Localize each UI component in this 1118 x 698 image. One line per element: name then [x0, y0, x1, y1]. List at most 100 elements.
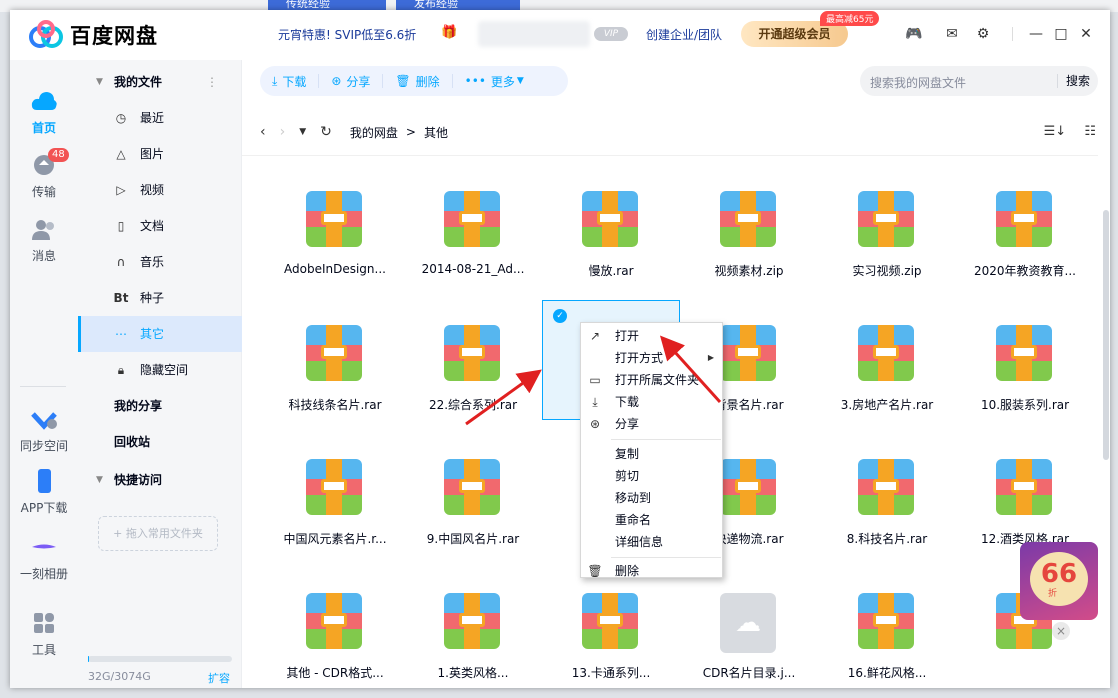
list-view-icon[interactable]: ☷ — [1084, 124, 1096, 139]
file-tile[interactable]: 1.英类风格... — [404, 568, 542, 688]
ad-close-icon[interactable]: × — [1052, 622, 1070, 640]
menu-cut[interactable]: 剪切 — [581, 465, 722, 487]
archive-file-icon — [444, 325, 500, 381]
back-icon[interactable]: ‹ — [260, 124, 266, 140]
file-tile[interactable]: 13.卡通系列... — [542, 568, 680, 688]
create-team-link[interactable]: 创建企业/团队 — [646, 26, 722, 43]
storage-bar — [88, 656, 232, 662]
archive-file-icon — [996, 191, 1052, 247]
delete-button[interactable]: 🗑︎ 删除 — [383, 74, 453, 89]
maximize-icon[interactable]: □ — [1051, 24, 1071, 44]
chevron-down-icon: ▼ — [516, 76, 524, 86]
sidebar-my-share[interactable]: 我的分享 — [78, 388, 242, 424]
archive-file-icon — [306, 593, 362, 649]
file-tile[interactable]: 其他 - CDR格式... — [266, 568, 404, 688]
username-blurred — [478, 21, 590, 47]
file-tile[interactable]: 科技线条名片.rar — [266, 300, 404, 420]
history-dropdown-icon[interactable]: ▼ — [299, 127, 306, 137]
file-tile[interactable]: 16.鲜花风格... — [818, 568, 956, 688]
gift-icon[interactable]: 🎁 — [441, 25, 457, 40]
file-name: 3.房地产名片.rar — [840, 398, 934, 412]
file-tile[interactable]: 2020年教资教育... — [956, 166, 1094, 286]
nav-home[interactable]: 首页 — [10, 88, 78, 136]
nav-app-download[interactable]: APP下载 — [10, 468, 78, 516]
sidebar-item-videos[interactable]: ▷ 视频 — [78, 172, 242, 208]
file-tile[interactable]: 9.中国风名片.rar — [404, 434, 542, 554]
sidebar-item-recent[interactable]: ◷ 最近 — [78, 100, 242, 136]
mail-icon[interactable]: ✉ — [942, 24, 962, 44]
nav-album[interactable]: 一刻相册 — [10, 534, 78, 582]
menu-open-with[interactable]: 打开方式 ▶ — [581, 347, 722, 369]
nav-sync-space[interactable]: 同步空间 — [10, 406, 78, 454]
file-name: 2014-08-21_Ad... — [421, 262, 525, 276]
menu-download[interactable]: ⤓ 下载 — [581, 391, 722, 413]
forward-icon[interactable]: › — [280, 124, 286, 140]
promo-ad[interactable]: 66 折 — [1020, 542, 1098, 620]
sidebar-my-files[interactable]: ▼ 我的文件 ⋮ — [78, 64, 242, 100]
quick-caret-icon[interactable]: ▼ — [96, 462, 103, 498]
file-name: 16.鲜花风格... — [847, 666, 927, 680]
settings-icon[interactable]: ⚙ — [973, 24, 993, 44]
close-icon[interactable]: ✕ — [1076, 24, 1096, 44]
nav-transfer[interactable]: 48 传输 — [10, 148, 78, 200]
more-button[interactable]: ••• 更多 ▼ — [453, 74, 536, 89]
refresh-icon[interactable]: ↻ — [320, 124, 332, 140]
headphones-icon: ∩ — [116, 255, 126, 269]
menu-open[interactable]: ↗ 打开 — [581, 325, 722, 347]
download-button[interactable]: ⤓ 下载 — [260, 74, 320, 89]
share-button[interactable]: ⊛ 分享 — [319, 74, 384, 89]
search-input[interactable]: 搜索我的网盘文件 — [870, 74, 966, 91]
sidebar-item-music[interactable]: ∩ 音乐 — [78, 244, 242, 280]
drop-folder-zone[interactable]: + 拖入常用文件夹 — [98, 516, 218, 551]
nav-tools[interactable]: 工具 — [10, 610, 78, 658]
file-tile[interactable]: 视频素材.zip — [680, 166, 818, 286]
collapse-caret-icon[interactable]: ▼ — [96, 64, 103, 100]
expand-storage-link[interactable]: 扩容 — [208, 670, 230, 686]
menu-details[interactable]: 详细信息 — [581, 531, 722, 553]
menu-open-folder[interactable]: ▭ 打开所属文件夹 — [581, 369, 722, 391]
file-tile[interactable]: AdobeInDesign... — [266, 166, 404, 286]
game-icon[interactable]: 🎮 — [904, 24, 924, 44]
menu-move[interactable]: 移动到 — [581, 487, 722, 509]
sync-icon — [31, 412, 57, 430]
promo-link[interactable]: 元宵特惠! SVIP低至6.6折 — [278, 26, 416, 43]
search-button[interactable]: 搜索 — [1056, 74, 1090, 88]
sidebar-item-images[interactable]: △ 图片 — [78, 136, 242, 172]
file-tile[interactable]: 8.科技名片.rar — [818, 434, 956, 554]
file-tile[interactable]: 中国风元素名片.r... — [266, 434, 404, 554]
image-file-icon: ☁ — [720, 593, 776, 653]
file-tile[interactable]: 慢放.rar — [542, 166, 680, 286]
vip-badge: VIP — [594, 27, 628, 41]
minimize-icon[interactable]: — — [1026, 24, 1046, 44]
sidebar-quick-access[interactable]: ▼ 快捷访问 — [78, 462, 242, 498]
sidebar-item-other[interactable]: ⋯ 其它 — [78, 316, 242, 352]
archive-file-icon — [720, 191, 776, 247]
sidebar-item-docs[interactable]: ▯ 文档 — [78, 208, 242, 244]
menu-share[interactable]: ⊛ 分享 — [581, 413, 722, 435]
menu-delete[interactable]: 🗑︎ 删除 — [581, 560, 722, 582]
file-name: 13.卡通系列... — [571, 666, 651, 680]
file-tile[interactable]: ☁ CDR名片目录.j... — [680, 568, 818, 688]
trash-icon: 🗑︎ — [395, 74, 411, 88]
search-box[interactable]: 搜索我的网盘文件 搜索 — [860, 66, 1098, 96]
file-tile[interactable]: 3.房地产名片.rar — [818, 300, 956, 420]
file-tile[interactable]: 12.酒类风格.rar — [956, 434, 1094, 554]
lock-icon: 🔒︎ — [117, 363, 125, 377]
background-tab-traditional: 传统经验 — [268, 0, 386, 10]
file-tile[interactable]: 10.服装系列.rar — [956, 300, 1094, 420]
more-dots-icon[interactable]: ⋮ — [206, 64, 218, 100]
selected-check-icon[interactable]: ✓ — [553, 309, 567, 323]
sort-icon[interactable]: ☰↓ — [1044, 124, 1067, 139]
nav-messages[interactable]: 消息 — [10, 216, 78, 264]
menu-rename[interactable]: 重命名 — [581, 509, 722, 531]
file-tile[interactable]: 22.综合系列.rar — [404, 300, 542, 420]
file-tile[interactable]: 2014-08-21_Ad... — [404, 166, 542, 286]
sidebar-recycle-bin[interactable]: 回收站 — [78, 424, 242, 460]
sidebar-item-hidden-space[interactable]: 🔒︎ 隐藏空间 — [78, 352, 242, 388]
menu-copy[interactable]: 复制 — [581, 443, 722, 465]
archive-file-icon — [720, 459, 776, 515]
breadcrumb-root[interactable]: 我的网盘 — [350, 124, 398, 141]
sidebar-item-torrents[interactable]: Bt 种子 — [78, 280, 242, 316]
grid-scrollbar[interactable] — [1103, 210, 1109, 460]
file-tile[interactable]: 实习视频.zip — [818, 166, 956, 286]
